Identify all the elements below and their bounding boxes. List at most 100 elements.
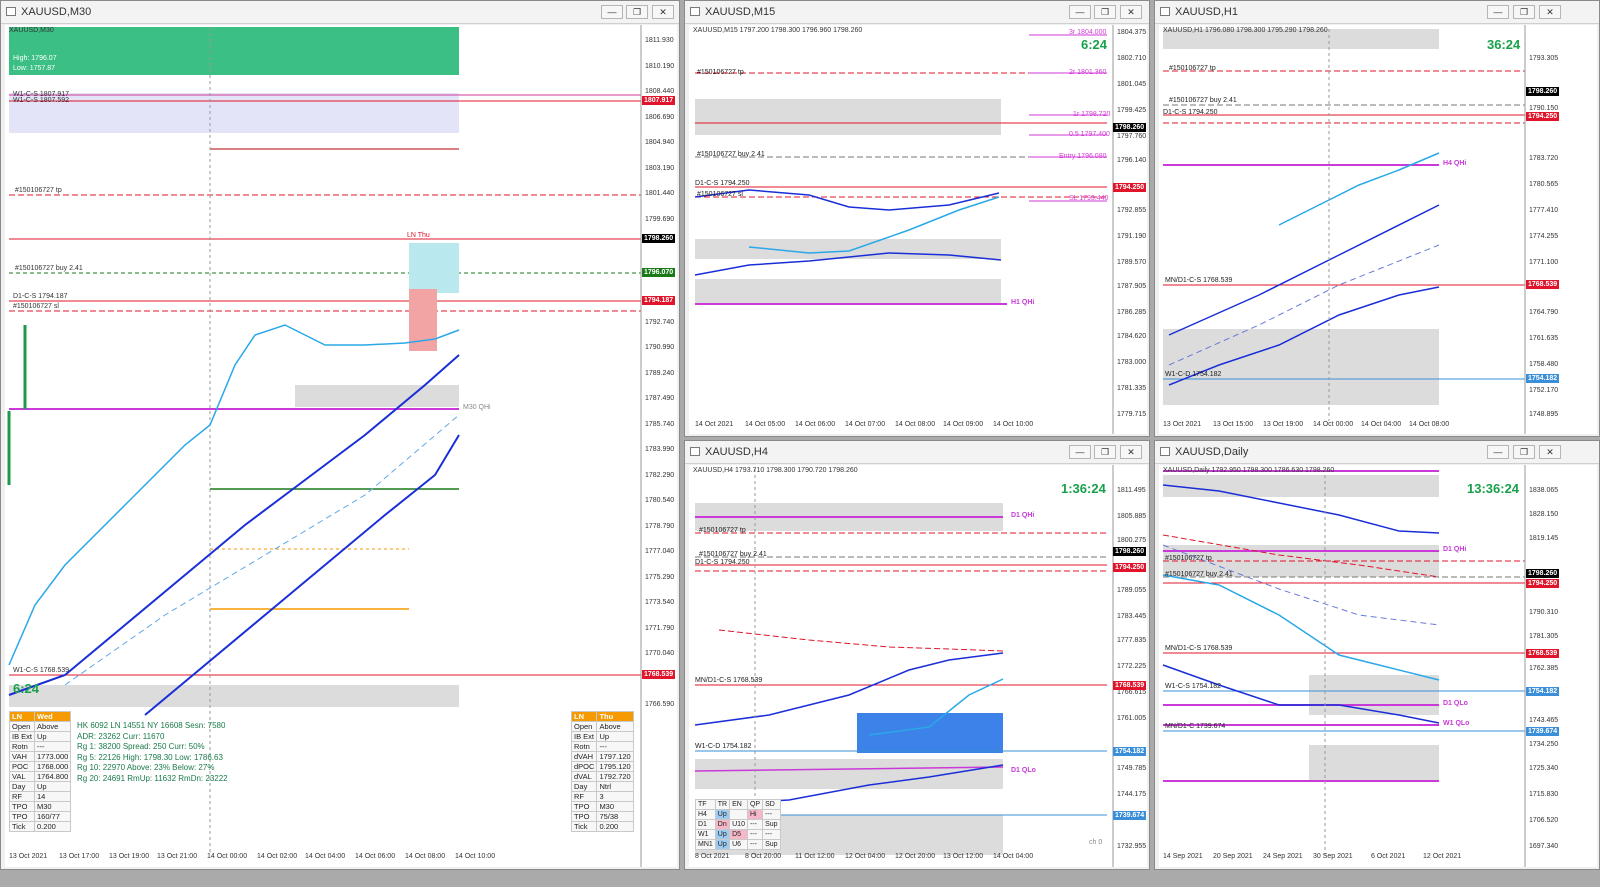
- close-button[interactable]: ✕: [1120, 445, 1142, 459]
- time-tick: 12 Oct 04:00: [845, 853, 886, 860]
- info-line: ADR: 23262 Curr: 11670: [77, 731, 165, 741]
- sl-label: #150106727 sl: [697, 191, 743, 198]
- minimize-button[interactable]: —: [1069, 445, 1091, 459]
- table-cell: MN1: [695, 839, 716, 850]
- price-tick: 1749.785: [1117, 765, 1147, 772]
- minimize-button[interactable]: —: [1487, 445, 1509, 459]
- time-tick: 14 Oct 10:00: [455, 853, 496, 860]
- table-header: QP: [746, 799, 764, 810]
- w1cs-label: W1-C-S 1754.182: [1165, 683, 1222, 690]
- h4-qhi-label: H4 QHi: [1443, 160, 1467, 167]
- mnd1-label: MN/D1-C-S 1768.539: [1165, 277, 1233, 284]
- price-tick: 1748.895: [1529, 411, 1559, 418]
- price-tick: 1781.335: [1117, 385, 1147, 392]
- d1-qlo-label: D1 QLo: [1011, 767, 1036, 774]
- time-tick: 14 Oct 06:00: [795, 421, 836, 428]
- price-tick: 1761.005: [1117, 715, 1147, 722]
- restore-button[interactable]: ❐: [626, 5, 648, 19]
- price-tick: 1758.480: [1529, 361, 1559, 368]
- price-tick: 1779.715: [1117, 411, 1147, 418]
- price-tick: 1744.175: [1117, 791, 1147, 798]
- table-cell: M30: [596, 801, 634, 812]
- d1-qhi-label: D1 QHi: [1011, 512, 1035, 519]
- price-tick: 1802.710: [1117, 55, 1147, 62]
- table-cell: 1792.720: [596, 771, 634, 782]
- close-button[interactable]: ✕: [652, 5, 674, 19]
- time-tick: 12 Oct 2021: [1423, 853, 1462, 860]
- table-header: TR: [714, 799, 731, 810]
- price-tick: 1732.955: [1117, 843, 1147, 850]
- tp-label: #150106727 tp: [699, 527, 746, 534]
- fib-1r: 1r 1798.720: [1073, 111, 1111, 118]
- price-tick: 1783.990: [645, 446, 675, 453]
- time-tick: 14 Oct 04:00: [305, 853, 346, 860]
- title-bar[interactable]: XAUUSD,M15 — ❐ ✕: [685, 1, 1149, 24]
- time-tick: 8 Oct 20:00: [745, 853, 782, 860]
- table-header: LN: [8, 711, 36, 722]
- price-tick: 1774.255: [1529, 233, 1559, 240]
- candle-timer: 6:24: [1081, 37, 1108, 52]
- d1cs-label: D1-C-S 1794.187: [13, 293, 68, 300]
- table-cell: VAH: [8, 751, 36, 762]
- price-tick: 1791.190: [1117, 233, 1147, 240]
- chart-plot-area[interactable]: XAUUSD,M15 1797.200 1798.300 1796.960 17…: [689, 25, 1147, 434]
- time-tick: 12 Oct 20:00: [895, 853, 936, 860]
- title-bar[interactable]: XAUUSD,H1 — ❐ ✕: [1155, 1, 1599, 24]
- chart-window-icon: [1160, 447, 1170, 456]
- price-tick: 1771.100: [1529, 259, 1559, 266]
- table-cell: U6: [729, 839, 748, 850]
- close-button[interactable]: ✕: [1539, 445, 1561, 459]
- title-bar[interactable]: XAUUSD,H4 — ❐ ✕: [685, 441, 1149, 464]
- title-bar[interactable]: XAUUSD,Daily — ❐ ✕: [1155, 441, 1599, 464]
- price-tag: 1794.250: [1113, 183, 1147, 192]
- price-tick: 1772.225: [1117, 663, 1147, 670]
- time-tick: 6 Oct 2021: [1371, 853, 1406, 860]
- time-tick: 20 Sep 2021: [1213, 853, 1253, 860]
- restore-button[interactable]: ❐: [1094, 445, 1116, 459]
- chart-window-daily[interactable]: XAUUSD,Daily — ❐ ✕ XAUUSD,Daily 1792.950…: [1154, 440, 1600, 870]
- chart-window-h4[interactable]: XAUUSD,H4 — ❐ ✕ XAUUSD,H4 1793.710 1798.…: [684, 440, 1150, 870]
- minimize-button[interactable]: —: [1487, 5, 1509, 19]
- price-tick: 1787.905: [1117, 283, 1147, 290]
- window-title: XAUUSD,M30: [21, 6, 92, 18]
- price-tick: 1806.690: [645, 114, 675, 121]
- time-tick: 30 Sep 2021: [1313, 853, 1353, 860]
- price-tag: 1768.539: [1526, 649, 1560, 658]
- price-tick: 1697.340: [1529, 843, 1559, 850]
- restore-button[interactable]: ❐: [1513, 445, 1535, 459]
- minimize-button[interactable]: —: [601, 5, 623, 19]
- price-tick: 1838.065: [1529, 487, 1559, 494]
- close-button[interactable]: ✕: [1120, 5, 1142, 19]
- table-cell: TPO: [8, 811, 36, 822]
- price-tick: 1811.495: [1117, 487, 1146, 494]
- chart-plot-area[interactable]: XAUUSD,M30 High: 1796.07 Low: 1757.87 W1…: [5, 25, 677, 867]
- table-header: EN: [729, 799, 748, 810]
- price-tag: 1798.260: [1526, 569, 1560, 578]
- minimize-button[interactable]: —: [1069, 5, 1091, 19]
- title-bar[interactable]: XAUUSD,M30 — ❐ ✕: [1, 1, 679, 24]
- price-tick: 1792.855: [1117, 207, 1147, 214]
- chart-window-icon: [690, 447, 700, 456]
- tp-label: #150106727 tp: [15, 187, 62, 194]
- time-tick: 14 Oct 04:00: [1361, 421, 1402, 428]
- chart-canvas[interactable]: [689, 25, 1147, 434]
- price-tick: 1805.885: [1117, 513, 1147, 520]
- price-tick: 1743.465: [1529, 717, 1559, 724]
- table-cell: Up: [714, 809, 731, 820]
- restore-button[interactable]: ❐: [1513, 5, 1535, 19]
- price-tag: 1798.260: [642, 234, 676, 243]
- restore-button[interactable]: ❐: [1094, 5, 1116, 19]
- table-cell: dVAH: [570, 751, 598, 762]
- price-tag: 1794.250: [1526, 579, 1560, 588]
- chart-window-h1[interactable]: XAUUSD,H1 — ❐ ✕ XAUUSD,H1 1796.080 1798.…: [1154, 0, 1600, 437]
- sl-label: #150106727 sl: [13, 303, 59, 310]
- chart-plot-area[interactable]: XAUUSD,H1 1796.080 1798.300 1795.290 179…: [1159, 25, 1597, 434]
- chart-plot-area[interactable]: XAUUSD,H4 1793.710 1798.300 1790.720 179…: [689, 465, 1147, 867]
- chart-plot-area[interactable]: XAUUSD,Daily 1792.950 1798.300 1786.630 …: [1159, 465, 1597, 867]
- table-cell: Hi: [746, 809, 764, 820]
- chart-window-m15[interactable]: XAUUSD,M15 — ❐ ✕ XAUUSD,M15 1797.200 179…: [684, 0, 1150, 437]
- close-button[interactable]: ✕: [1539, 5, 1561, 19]
- time-tick: 14 Oct 05:00: [745, 421, 786, 428]
- table-cell: 0.200: [34, 821, 72, 832]
- chart-window-m30[interactable]: XAUUSD,M30 — ❐ ✕ XAUUSD,M30 High: 1796.0…: [0, 0, 680, 870]
